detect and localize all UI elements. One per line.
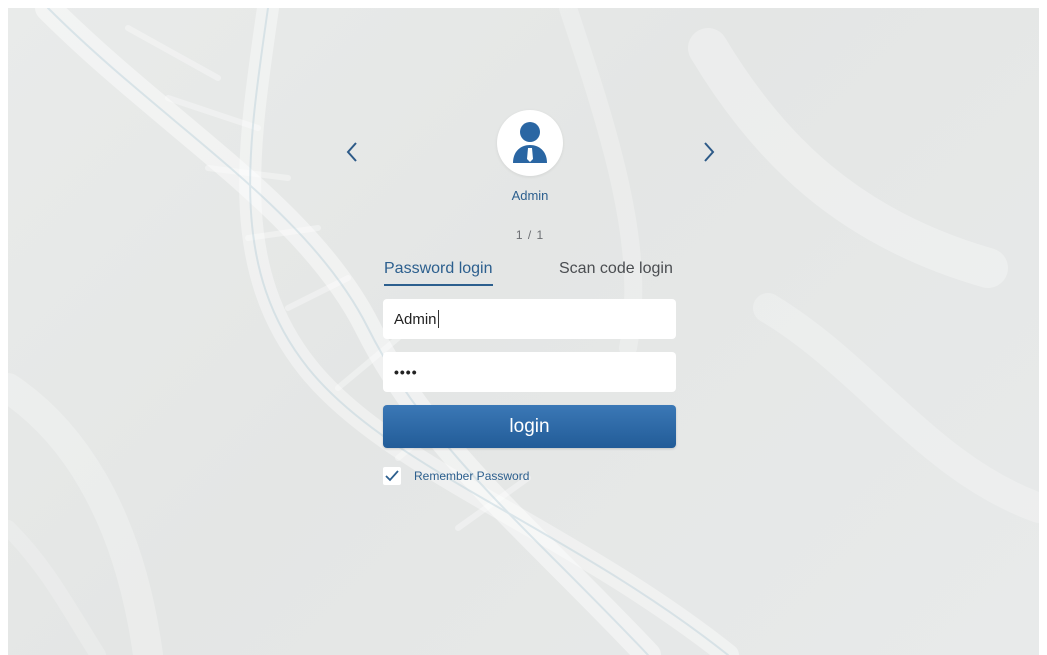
remember-password-checkbox[interactable]: [383, 467, 401, 485]
previous-user-button[interactable]: [341, 138, 365, 166]
user-page-indicator: 1 / 1: [515, 228, 545, 242]
password-value: ••••: [394, 364, 418, 380]
login-button[interactable]: login: [383, 405, 676, 448]
username-value: Admin: [394, 310, 437, 328]
text-caret: [437, 310, 439, 328]
remember-password-label: Remember Password: [414, 469, 530, 483]
username-input[interactable]: Admin: [383, 299, 676, 339]
login-button-label: login: [509, 415, 550, 437]
login-screen: Admin 1 / 1 Password login Scan code log…: [8, 8, 1039, 655]
user-name: Admin: [511, 188, 549, 203]
next-user-button[interactable]: [696, 138, 720, 166]
password-input[interactable]: ••••: [383, 352, 676, 392]
user-avatar-icon: [513, 122, 547, 163]
chevron-right-icon: [704, 142, 715, 162]
tab-scan-code-login[interactable]: Scan code login: [559, 260, 673, 278]
chevron-left-icon: [346, 142, 357, 162]
checkmark-icon: [385, 470, 399, 482]
tab-password-login[interactable]: Password login: [384, 260, 493, 286]
remember-password-option[interactable]: Remember Password: [383, 465, 529, 487]
user-avatar[interactable]: [497, 110, 563, 176]
